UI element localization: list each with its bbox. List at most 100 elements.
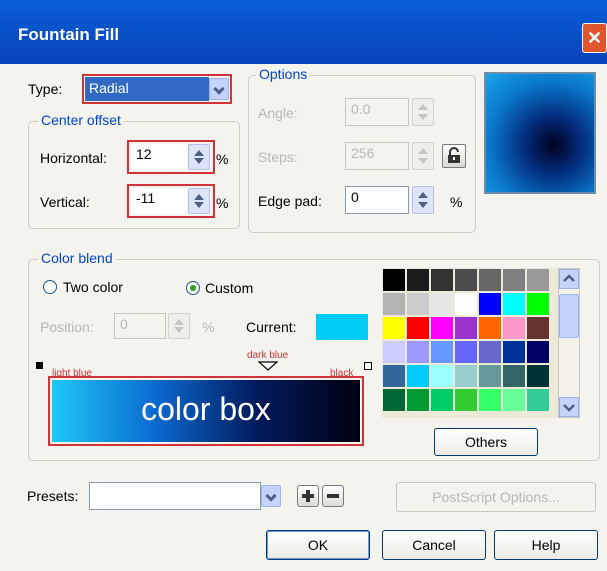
steps-label: Steps: (258, 149, 298, 165)
custom-label[interactable]: Custom (205, 280, 253, 296)
postscript-options-button[interactable]: PostScript Options... (396, 482, 596, 512)
window-title: Fountain Fill (18, 25, 120, 44)
radio-selected-dot (190, 285, 196, 291)
palette-swatch[interactable] (526, 268, 550, 292)
color-blend-title: Color blend (38, 250, 116, 266)
horizontal-input[interactable]: 12 (131, 144, 187, 170)
palette-swatch[interactable] (502, 268, 526, 292)
palette-swatch[interactable] (430, 292, 454, 316)
palette-swatch[interactable] (478, 292, 502, 316)
close-button[interactable]: ✕ (582, 23, 607, 53)
palette-swatch[interactable] (454, 388, 478, 412)
angle-label: Angle: (258, 105, 298, 121)
palette-swatch[interactable] (454, 364, 478, 388)
steps-spinner[interactable] (412, 142, 434, 170)
gradient-start-marker[interactable] (36, 362, 43, 369)
palette-swatch[interactable] (382, 364, 406, 388)
palette-swatch[interactable] (406, 340, 430, 364)
presets-input[interactable] (89, 482, 261, 510)
palette-swatch[interactable] (382, 268, 406, 292)
palette-swatch[interactable] (526, 388, 550, 412)
gradient-midpoint-marker[interactable] (257, 360, 279, 372)
palette-swatch[interactable] (526, 364, 550, 388)
edge-pad-input[interactable]: 0 (345, 186, 409, 214)
type-select[interactable]: Radial (85, 77, 209, 101)
palette-swatch[interactable] (478, 364, 502, 388)
color-box-text: color box (141, 391, 271, 427)
vertical-unit: % (216, 195, 229, 211)
palette-swatch[interactable] (502, 340, 526, 364)
palette-swatch[interactable] (502, 388, 526, 412)
palette-swatch[interactable] (454, 292, 478, 316)
angle-spinner[interactable] (412, 98, 434, 126)
palette-swatch[interactable] (406, 388, 430, 412)
ok-button[interactable]: OK (266, 530, 370, 560)
palette-swatch[interactable] (478, 316, 502, 340)
palette-swatch[interactable] (430, 268, 454, 292)
palette-scroll-down[interactable] (559, 397, 579, 417)
palette-swatch[interactable] (526, 340, 550, 364)
palette-swatch[interactable] (502, 316, 526, 340)
chevron-down-icon (265, 490, 277, 502)
remove-preset-button[interactable] (322, 485, 344, 507)
palette-swatch[interactable] (478, 268, 502, 292)
palette-swatch[interactable] (406, 316, 430, 340)
steps-input[interactable]: 256 (345, 142, 409, 170)
palette-swatch[interactable] (406, 292, 430, 316)
palette-swatch[interactable] (502, 364, 526, 388)
add-preset-button[interactable] (297, 485, 319, 507)
palette-swatch[interactable] (382, 388, 406, 412)
edge-pad-unit: % (450, 194, 463, 210)
type-dropdown-button[interactable] (209, 78, 229, 100)
two-color-label[interactable]: Two color (63, 279, 123, 295)
position-label: Position: (40, 319, 94, 335)
palette-swatch[interactable] (454, 268, 478, 292)
palette-scrollbar[interactable] (558, 268, 580, 418)
palette-swatch[interactable] (454, 316, 478, 340)
palette-swatch[interactable] (406, 268, 430, 292)
cancel-button[interactable]: Cancel (382, 530, 486, 560)
horizontal-unit: % (216, 151, 229, 167)
color-palette (382, 268, 558, 418)
palette-swatch[interactable] (478, 388, 502, 412)
palette-swatch[interactable] (430, 340, 454, 364)
vertical-spinner[interactable] (188, 188, 210, 214)
edge-pad-label: Edge pad: (258, 193, 322, 209)
palette-swatch[interactable] (502, 292, 526, 316)
horizontal-spinner[interactable] (188, 144, 210, 170)
edge-pad-spinner[interactable] (412, 186, 434, 214)
palette-swatch[interactable] (526, 292, 550, 316)
presets-dropdown-button[interactable] (261, 485, 281, 507)
palette-swatch[interactable] (406, 364, 430, 388)
palette-swatch[interactable] (430, 316, 454, 340)
minus-icon (327, 494, 339, 498)
two-color-radio[interactable] (43, 280, 57, 294)
steps-lock-button[interactable] (442, 144, 466, 168)
gradient-end-marker[interactable] (364, 362, 372, 370)
palette-swatch[interactable] (430, 388, 454, 412)
palette-scroll-thumb[interactable] (559, 294, 579, 338)
palette-swatch[interactable] (478, 340, 502, 364)
chevron-up-icon (563, 274, 575, 282)
custom-radio[interactable] (186, 281, 200, 295)
palette-swatch[interactable] (382, 340, 406, 364)
current-color-swatch[interactable] (316, 314, 368, 340)
palette-swatch[interactable] (382, 292, 406, 316)
palette-swatch[interactable] (430, 364, 454, 388)
presets-label: Presets: (27, 488, 79, 504)
palette-scroll-up[interactable] (559, 269, 579, 289)
palette-swatch[interactable] (526, 316, 550, 340)
vertical-input[interactable]: -11 (131, 188, 187, 214)
lock-icon (448, 147, 460, 163)
options-title: Options (256, 66, 311, 82)
angle-input[interactable]: 0.0 (345, 98, 409, 126)
position-input[interactable]: 0 (114, 313, 166, 339)
type-label: Type: (28, 81, 63, 97)
current-label: Current: (246, 319, 297, 335)
palette-swatch[interactable] (382, 316, 406, 340)
palette-swatch[interactable] (454, 340, 478, 364)
help-button[interactable]: Help (494, 530, 598, 560)
position-spinner[interactable] (168, 313, 190, 339)
fill-preview (484, 72, 596, 194)
others-button[interactable]: Others (434, 428, 538, 456)
